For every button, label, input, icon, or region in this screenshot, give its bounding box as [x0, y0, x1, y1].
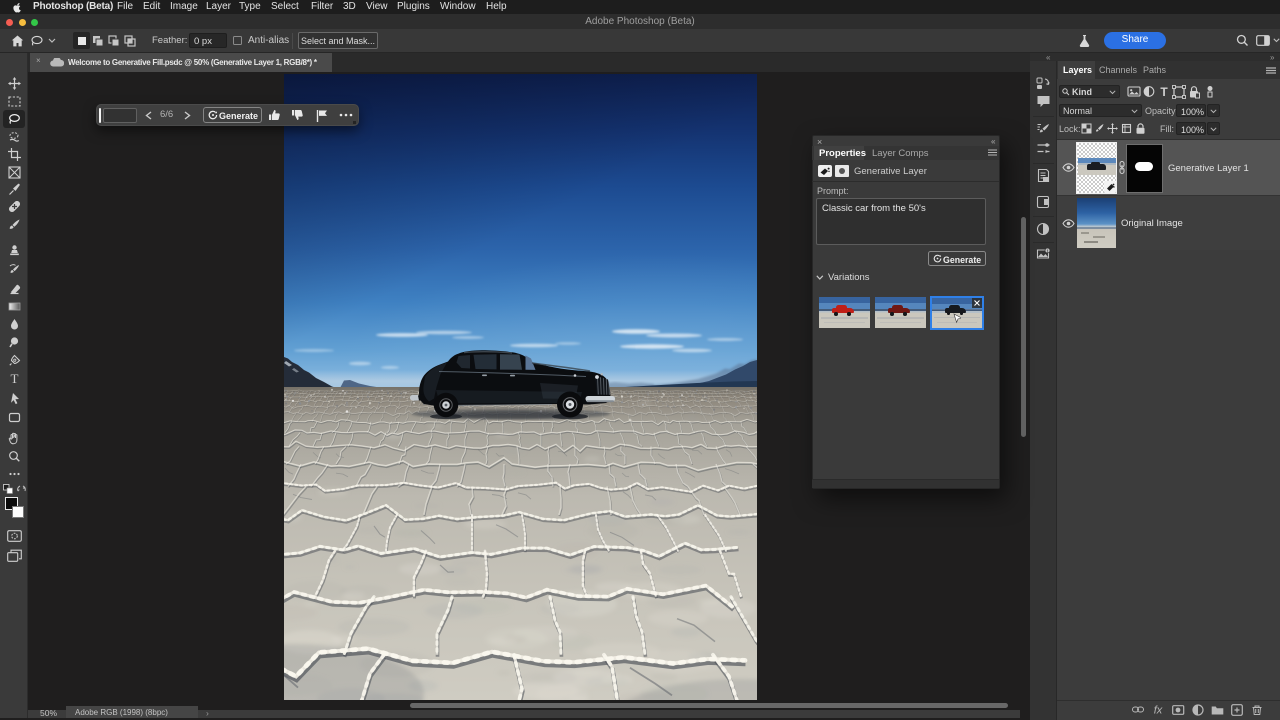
svg-text:T: T — [10, 372, 18, 385]
svg-text:T: T — [1160, 85, 1168, 99]
svg-text:fx: fx — [1154, 705, 1163, 717]
